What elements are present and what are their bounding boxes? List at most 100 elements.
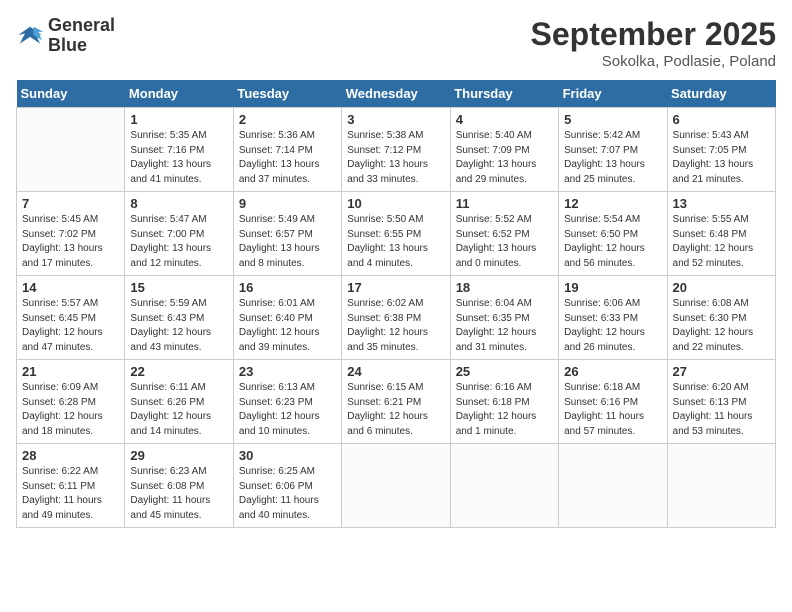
calendar-cell: 3 Sunrise: 5:38 AMSunset: 7:12 PMDaylight… xyxy=(342,108,450,192)
day-info: Sunrise: 6:25 AMSunset: 6:06 PMDaylight:… xyxy=(239,465,336,523)
calendar-cell: 13 Sunrise: 5:55 AMSunset: 6:48 PMDayligh… xyxy=(667,192,775,276)
day-number: 16 xyxy=(239,280,336,295)
day-number: 19 xyxy=(564,280,661,295)
calendar-cell: 6 Sunrise: 5:43 AMSunset: 7:05 PMDaylight… xyxy=(667,108,775,192)
calendar-cell: 28Sunrise: 6:22 AMSunset: 6:11 PMDayligh… xyxy=(17,444,125,528)
day-info: Sunrise: 5:54 AMSunset: 6:50 PMDaylight:… xyxy=(564,213,661,271)
location: Sokolka, Podlasie, Poland xyxy=(531,53,776,70)
day-number: 25 xyxy=(456,364,553,379)
calendar-cell: 12 Sunrise: 5:54 AMSunset: 6:50 PMDayligh… xyxy=(559,192,667,276)
calendar-cell xyxy=(17,108,125,192)
calendar-cell: 20 Sunrise: 6:08 AMSunset: 6:30 PMDayligh… xyxy=(667,276,775,360)
logo: General Blue xyxy=(16,16,115,56)
calendar-cell: 1 Sunrise: 5:35 AMSunset: 7:16 PMDaylight… xyxy=(125,108,233,192)
page-header: General Blue September 2025 Sokolka, Pod… xyxy=(16,16,776,70)
day-number: 10 xyxy=(347,196,444,211)
calendar-cell: 26 Sunrise: 6:18 AMSunset: 6:16 PMDayligh… xyxy=(559,360,667,444)
day-info: Sunrise: 6:22 AMSunset: 6:11 PMDaylight:… xyxy=(22,465,119,523)
day-info: Sunrise: 6:09 AMSunset: 6:28 PMDaylight:… xyxy=(22,381,119,439)
day-number: 14 xyxy=(22,280,119,295)
day-number: 1 xyxy=(130,112,227,127)
day-info: Sunrise: 5:59 AMSunset: 6:43 PMDaylight:… xyxy=(130,297,227,355)
day-info: Sunrise: 5:49 AMSunset: 6:57 PMDaylight:… xyxy=(239,213,336,271)
calendar-cell: 5 Sunrise: 5:42 AMSunset: 7:07 PMDaylight… xyxy=(559,108,667,192)
calendar-cell: 18 Sunrise: 6:04 AMSunset: 6:35 PMDayligh… xyxy=(450,276,558,360)
day-info: Sunrise: 5:42 AMSunset: 7:07 PMDaylight:… xyxy=(564,129,661,187)
day-info: Sunrise: 6:20 AMSunset: 6:13 PMDaylight:… xyxy=(673,381,770,439)
day-info: Sunrise: 6:06 AMSunset: 6:33 PMDaylight:… xyxy=(564,297,661,355)
header-day-wednesday: Wednesday xyxy=(342,80,450,108)
day-number: 17 xyxy=(347,280,444,295)
day-number: 2 xyxy=(239,112,336,127)
month-title: September 2025 xyxy=(531,16,776,53)
day-number: 7 xyxy=(22,196,119,211)
title-block: September 2025 Sokolka, Podlasie, Poland xyxy=(531,16,776,70)
day-info: Sunrise: 6:08 AMSunset: 6:30 PMDaylight:… xyxy=(673,297,770,355)
calendar-cell: 8 Sunrise: 5:47 AMSunset: 7:00 PMDaylight… xyxy=(125,192,233,276)
day-number: 23 xyxy=(239,364,336,379)
day-info: Sunrise: 6:16 AMSunset: 6:18 PMDaylight:… xyxy=(456,381,553,439)
day-info: Sunrise: 5:36 AMSunset: 7:14 PMDaylight:… xyxy=(239,129,336,187)
day-info: Sunrise: 6:15 AMSunset: 6:21 PMDaylight:… xyxy=(347,381,444,439)
day-info: Sunrise: 5:57 AMSunset: 6:45 PMDaylight:… xyxy=(22,297,119,355)
day-info: Sunrise: 6:11 AMSunset: 6:26 PMDaylight:… xyxy=(130,381,227,439)
day-info: Sunrise: 5:43 AMSunset: 7:05 PMDaylight:… xyxy=(673,129,770,187)
week-row-3: 14 Sunrise: 5:57 AMSunset: 6:45 PMDayligh… xyxy=(17,276,776,360)
calendar-cell: 27 Sunrise: 6:20 AMSunset: 6:13 PMDayligh… xyxy=(667,360,775,444)
day-number: 13 xyxy=(673,196,770,211)
day-number: 12 xyxy=(564,196,661,211)
day-info: Sunrise: 6:18 AMSunset: 6:16 PMDaylight:… xyxy=(564,381,661,439)
calendar-cell: 2 Sunrise: 5:36 AMSunset: 7:14 PMDaylight… xyxy=(233,108,341,192)
calendar-cell xyxy=(342,444,450,528)
day-number: 8 xyxy=(130,196,227,211)
day-number: 26 xyxy=(564,364,661,379)
day-info: Sunrise: 5:47 AMSunset: 7:00 PMDaylight:… xyxy=(130,213,227,271)
day-number: 6 xyxy=(673,112,770,127)
calendar-cell: 15 Sunrise: 5:59 AMSunset: 6:43 PMDayligh… xyxy=(125,276,233,360)
calendar-cell: 7Sunrise: 5:45 AMSunset: 7:02 PMDaylight… xyxy=(17,192,125,276)
header-day-sunday: Sunday xyxy=(17,80,125,108)
header-day-friday: Friday xyxy=(559,80,667,108)
day-info: Sunrise: 5:50 AMSunset: 6:55 PMDaylight:… xyxy=(347,213,444,271)
day-info: Sunrise: 6:01 AMSunset: 6:40 PMDaylight:… xyxy=(239,297,336,355)
day-number: 27 xyxy=(673,364,770,379)
day-info: Sunrise: 5:52 AMSunset: 6:52 PMDaylight:… xyxy=(456,213,553,271)
header-row: SundayMondayTuesdayWednesdayThursdayFrid… xyxy=(17,80,776,108)
calendar-cell: 24 Sunrise: 6:15 AMSunset: 6:21 PMDayligh… xyxy=(342,360,450,444)
week-row-5: 28Sunrise: 6:22 AMSunset: 6:11 PMDayligh… xyxy=(17,444,776,528)
day-number: 22 xyxy=(130,364,227,379)
week-row-1: 1 Sunrise: 5:35 AMSunset: 7:16 PMDaylight… xyxy=(17,108,776,192)
calendar-cell: 29Sunrise: 6:23 AMSunset: 6:08 PMDayligh… xyxy=(125,444,233,528)
calendar-cell: 19 Sunrise: 6:06 AMSunset: 6:33 PMDayligh… xyxy=(559,276,667,360)
day-number: 11 xyxy=(456,196,553,211)
week-row-4: 21Sunrise: 6:09 AMSunset: 6:28 PMDayligh… xyxy=(17,360,776,444)
day-number: 5 xyxy=(564,112,661,127)
day-number: 20 xyxy=(673,280,770,295)
day-info: Sunrise: 5:38 AMSunset: 7:12 PMDaylight:… xyxy=(347,129,444,187)
calendar-cell: 22 Sunrise: 6:11 AMSunset: 6:26 PMDayligh… xyxy=(125,360,233,444)
day-number: 9 xyxy=(239,196,336,211)
day-info: Sunrise: 6:04 AMSunset: 6:35 PMDaylight:… xyxy=(456,297,553,355)
day-number: 3 xyxy=(347,112,444,127)
logo-icon xyxy=(16,25,44,47)
day-number: 15 xyxy=(130,280,227,295)
calendar-table: SundayMondayTuesdayWednesdayThursdayFrid… xyxy=(16,80,776,528)
day-info: Sunrise: 6:13 AMSunset: 6:23 PMDaylight:… xyxy=(239,381,336,439)
header-day-monday: Monday xyxy=(125,80,233,108)
header-day-tuesday: Tuesday xyxy=(233,80,341,108)
calendar-cell: 23 Sunrise: 6:13 AMSunset: 6:23 PMDayligh… xyxy=(233,360,341,444)
day-number: 24 xyxy=(347,364,444,379)
calendar-cell xyxy=(450,444,558,528)
calendar-cell: 30 Sunrise: 6:25 AMSunset: 6:06 PMDayligh… xyxy=(233,444,341,528)
day-info: Sunrise: 5:35 AMSunset: 7:16 PMDaylight:… xyxy=(130,129,227,187)
day-number: 30 xyxy=(239,448,336,463)
day-info: Sunrise: 5:55 AMSunset: 6:48 PMDaylight:… xyxy=(673,213,770,271)
week-row-2: 7Sunrise: 5:45 AMSunset: 7:02 PMDaylight… xyxy=(17,192,776,276)
header-day-thursday: Thursday xyxy=(450,80,558,108)
calendar-cell: 9 Sunrise: 5:49 AMSunset: 6:57 PMDaylight… xyxy=(233,192,341,276)
calendar-cell: 14 Sunrise: 5:57 AMSunset: 6:45 PMDayligh… xyxy=(17,276,125,360)
calendar-cell xyxy=(667,444,775,528)
day-number: 18 xyxy=(456,280,553,295)
calendar-cell: 25 Sunrise: 6:16 AMSunset: 6:18 PMDayligh… xyxy=(450,360,558,444)
calendar-cell: 11 Sunrise: 5:52 AMSunset: 6:52 PMDayligh… xyxy=(450,192,558,276)
